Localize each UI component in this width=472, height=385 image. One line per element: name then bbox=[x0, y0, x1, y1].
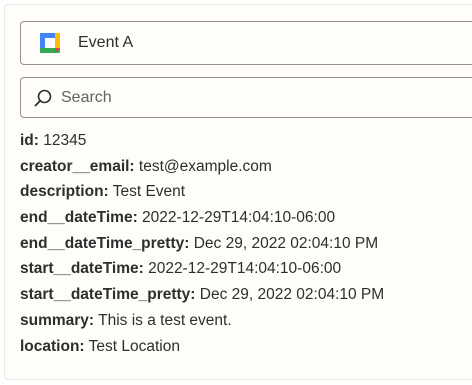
field-value: 2022-12-29T14:04:10-06:00 bbox=[148, 260, 342, 278]
field-id: id: 12345 bbox=[20, 131, 384, 157]
field-summary: summary: This is a test event. bbox=[20, 311, 384, 337]
field-end-datetime-pretty: end__dateTime_pretty: Dec 29, 2022 02:04… bbox=[20, 234, 384, 260]
field-value: Test Event bbox=[112, 183, 186, 201]
search-box[interactable] bbox=[20, 77, 472, 118]
search-icon bbox=[32, 87, 54, 109]
field-value: test@example.com bbox=[138, 157, 272, 175]
google-calendar-icon bbox=[38, 31, 62, 55]
field-creator-email: creator__email: test@example.com bbox=[20, 157, 384, 183]
field-value: Test Location bbox=[88, 337, 180, 355]
field-key: id: bbox=[20, 132, 39, 149]
field-start-datetime: start__dateTime: 2022-12-29T14:04:10-06:… bbox=[20, 259, 384, 285]
field-key: start__dateTime: bbox=[20, 260, 144, 278]
field-value: Dec 29, 2022 02:04:10 PM bbox=[193, 234, 379, 252]
field-key: location: bbox=[20, 337, 85, 355]
field-value: 2022-12-29T14:04:10-06:00 bbox=[142, 209, 336, 227]
field-description: description: Test Event bbox=[20, 182, 384, 208]
field-end-datetime: end__dateTime: 2022-12-29T14:04:10-06:00 bbox=[20, 208, 384, 234]
field-key: description: bbox=[20, 183, 109, 201]
field-key: start__dateTime_pretty: bbox=[20, 286, 196, 304]
event-label: Event A bbox=[78, 34, 134, 51]
field-value: 12345 bbox=[43, 132, 87, 149]
field-start-datetime-pretty: start__dateTime_pretty: Dec 29, 2022 02:… bbox=[20, 285, 384, 311]
field-list: id: 12345 creator__email: test@example.c… bbox=[20, 131, 384, 362]
field-key: end__dateTime_pretty: bbox=[20, 234, 190, 252]
field-key: creator__email: bbox=[20, 157, 135, 175]
field-key: end__dateTime: bbox=[20, 209, 138, 227]
event-selector[interactable]: Event A bbox=[20, 21, 472, 65]
field-key: summary: bbox=[20, 311, 95, 329]
search-input[interactable] bbox=[61, 88, 441, 107]
field-value: Dec 29, 2022 02:04:10 PM bbox=[199, 286, 385, 304]
field-value: This is a test event. bbox=[98, 311, 232, 329]
field-location: location: Test Location bbox=[20, 337, 384, 363]
